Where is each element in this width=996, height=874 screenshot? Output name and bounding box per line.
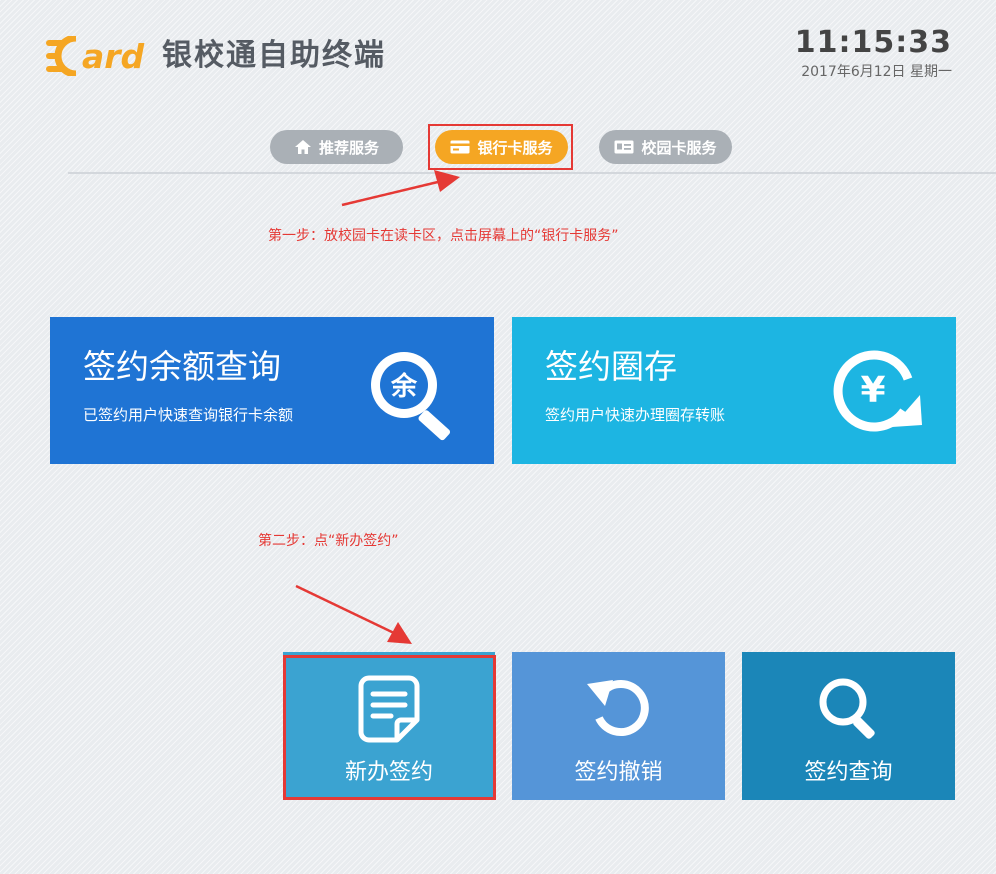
tab-divider (68, 172, 996, 174)
annotation-step-2: 第二步：点“新办签约” (258, 533, 399, 549)
app-title: 银校通自助终端 (162, 38, 386, 73)
annotation-step-1: 第一步：放校园卡在读卡区，点击屏幕上的“银行卡服务” (268, 228, 619, 244)
tab-label: 校园卡服务 (641, 138, 717, 157)
tab-recommended-services[interactable]: 推荐服务 (270, 130, 403, 164)
transfer-card[interactable]: 签约圈存 签约用户快速办理圈存转账 ¥ (512, 317, 956, 464)
tile-label: 签约查询 (804, 760, 893, 785)
home-icon (294, 140, 311, 154)
card-description: 已签约用户快速查询银行卡余额 (83, 406, 294, 424)
card-description: 签约用户快速办理圈存转账 (545, 406, 726, 424)
undo-icon (586, 680, 649, 737)
card-title: 签约圈存 (545, 347, 677, 386)
id-card-icon (614, 140, 634, 154)
clock-date: 2017年6月12日 星期一 (801, 64, 952, 80)
balance-inquiry-card[interactable]: 签约余额查询 已签约用户快速查询银行卡余额 余 (50, 317, 494, 464)
cancel-signing-button[interactable]: 签约撤销 (512, 652, 725, 800)
tab-label: 推荐服务 (318, 138, 379, 157)
tile-highlight-box (283, 655, 496, 800)
clock-time: 11:15:33 (794, 25, 952, 60)
signing-query-button[interactable]: 签约查询 (742, 652, 955, 800)
yuan-char: ¥ (860, 370, 885, 411)
balance-char: 余 (390, 371, 418, 402)
balance-search-icon: 余 (371, 352, 451, 441)
card-logo: ard (46, 34, 152, 78)
tab-campus-card-services[interactable]: 校园卡服务 (599, 130, 732, 164)
tab-highlight-box (428, 124, 573, 170)
card-title: 签约余额查询 (83, 347, 281, 386)
yuan-transfer-icon: ¥ (833, 350, 922, 432)
annotation-arrow-2 (295, 584, 412, 644)
logo-text: ard (82, 37, 145, 76)
tile-label: 签约撤销 (574, 760, 663, 785)
search-icon (819, 678, 875, 739)
annotation-arrow-1 (341, 170, 460, 207)
logo-icon: ard (46, 34, 145, 78)
